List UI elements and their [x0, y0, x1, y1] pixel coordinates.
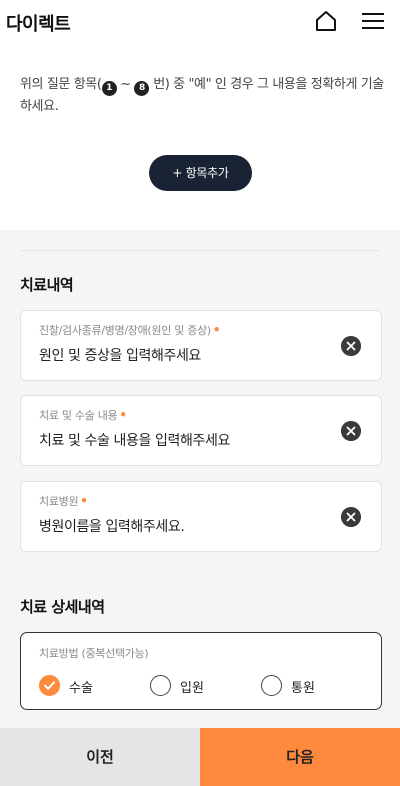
checkbox-icon[interactable] [150, 675, 171, 696]
treatment-method-group: 치료방법 (중복선택가능) 수술 입원 통원 [20, 632, 382, 710]
required-mark: • [80, 494, 88, 508]
badge-number-8: 8 [134, 81, 150, 96]
hospital-input[interactable]: 병원이름을 입력해주세요. [39, 516, 185, 536]
symptom-field-label: 진찰/검사종류/병명/장애(원인 및 증상) • [39, 323, 221, 337]
treatment-method-label: 치료방법 (중복선택가능) [39, 647, 149, 660]
required-mark: • [212, 323, 221, 337]
option-hospitalization-label: 입원 [180, 681, 204, 696]
clear-icon[interactable] [341, 421, 361, 441]
page-title: 다이렉트 [6, 14, 71, 35]
details-section-title: 치료 상세내역 [20, 598, 105, 616]
hamburger-menu-icon[interactable] [360, 9, 386, 33]
clear-icon[interactable] [341, 507, 361, 527]
badge-number-1: 1 [101, 81, 117, 96]
clear-icon[interactable] [341, 336, 361, 356]
hospital-field[interactable]: 치료병원 • 병원이름을 입력해주세요. [20, 481, 382, 552]
add-item-button[interactable]: + 항목추가 [149, 155, 252, 191]
hospital-field-label: 치료병원 • [39, 494, 88, 508]
home-icon[interactable] [314, 9, 338, 33]
option-outpatient-label: 통원 [291, 681, 315, 696]
checkbox-icon[interactable] [261, 675, 282, 696]
next-button[interactable]: 다음 [200, 728, 400, 786]
symptom-input[interactable]: 원인 및 증상을 입력해주세요 [39, 345, 201, 365]
notice-text: 위의 질문 항목(1 ~ 8 번) 중 "예" 인 경우 그 내용을 정확하게 … [20, 77, 384, 114]
treatment-content-input[interactable]: 치료 및 수술 내용을 입력해주세요 [39, 430, 230, 450]
bottom-bar: 이전 다음 [0, 728, 400, 786]
required-mark: • [119, 408, 127, 422]
symptom-field[interactable]: 진찰/검사종류/병명/장애(원인 및 증상) • 원인 및 증상을 입력해주세요 [20, 310, 382, 381]
treatment-section-title: 치료내역 [20, 276, 74, 294]
checkbox-checked-icon[interactable] [39, 675, 60, 696]
divider [20, 250, 380, 251]
option-surgery-label: 수술 [69, 681, 93, 696]
treatment-content-field-label: 치료 및 수술 내용 • [39, 408, 127, 422]
treatment-content-field[interactable]: 치료 및 수술 내용 • 치료 및 수술 내용을 입력해주세요 [20, 395, 382, 466]
app-header: 다이렉트 [0, 0, 400, 44]
prev-button[interactable]: 이전 [0, 728, 200, 786]
